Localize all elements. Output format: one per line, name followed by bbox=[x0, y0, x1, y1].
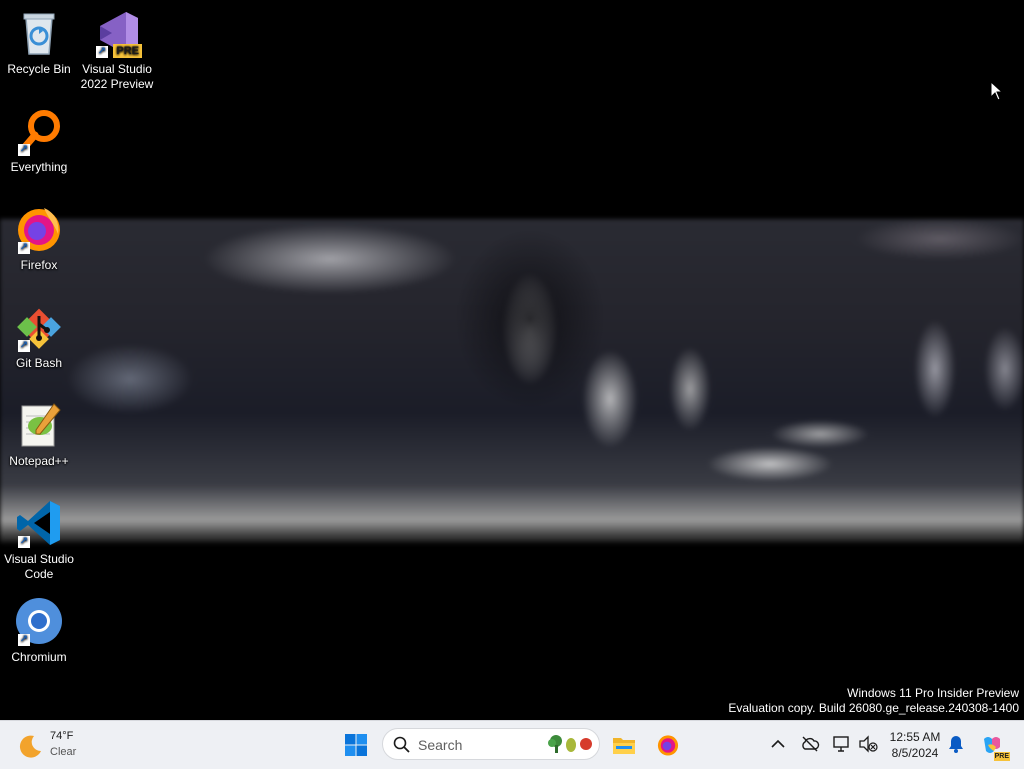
desktop-icon-label: Visual Studio 2022 Preview bbox=[80, 62, 154, 91]
mouse-cursor-icon bbox=[990, 80, 1004, 106]
taskbar: 74°F Clear Search 12:55 AM 8/5/2024 PRE bbox=[0, 720, 1024, 769]
onedrive-offline-icon bbox=[802, 736, 820, 752]
desktop-icon-visual-studio-preview[interactable]: PRE ↗ Visual Studio 2022 Preview bbox=[78, 8, 156, 92]
search-icon bbox=[393, 736, 410, 753]
wallpaper-shadow bbox=[430, 219, 630, 469]
search-highlight-veggies-icon bbox=[548, 735, 592, 753]
desktop-icon-recycle-bin[interactable]: Recycle Bin bbox=[0, 8, 78, 77]
weather-condition: Clear bbox=[50, 746, 77, 758]
desktop-icon-label: Everything bbox=[10, 160, 68, 174]
copilot-button[interactable]: PRE bbox=[974, 727, 1010, 763]
firefox-icon: ↗ bbox=[14, 204, 64, 254]
onedrive-status[interactable] bbox=[800, 734, 820, 754]
file-explorer-button[interactable] bbox=[606, 727, 642, 763]
clock-time: 12:55 AM bbox=[889, 730, 941, 744]
desktop-icon-label: Firefox bbox=[20, 258, 58, 272]
desktop-icon-git-bash[interactable]: ↗ Git Bash bbox=[0, 302, 78, 371]
desktop-icon-firefox[interactable]: ↗ Firefox bbox=[0, 204, 78, 273]
shortcut-arrow-icon: ↗ bbox=[18, 536, 30, 548]
everything-search-icon: ↗ bbox=[14, 106, 64, 156]
git-bash-icon: ↗ bbox=[14, 302, 64, 352]
desktop-icon-label: Notepad++ bbox=[9, 454, 69, 468]
show-hidden-icons-button[interactable] bbox=[768, 734, 788, 754]
desktop-icon-chromium[interactable]: ↗ Chromium bbox=[0, 596, 78, 665]
desktop-icon-label: Visual Studio Code bbox=[4, 552, 74, 581]
shortcut-arrow-icon: ↗ bbox=[18, 634, 30, 646]
recycle-bin-icon bbox=[14, 8, 64, 58]
firefox-taskbar-button[interactable] bbox=[650, 727, 686, 763]
vscode-icon: ↗ bbox=[14, 498, 64, 548]
taskbar-clock[interactable]: 12:55 AM 8/5/2024 bbox=[880, 729, 950, 761]
network-status[interactable] bbox=[832, 734, 852, 754]
shortcut-arrow-icon: ↗ bbox=[18, 340, 30, 352]
firefox-icon bbox=[657, 735, 679, 756]
notepad-plus-plus-icon bbox=[14, 400, 64, 450]
clock-date: 8/5/2024 bbox=[891, 746, 939, 760]
shortcut-arrow-icon: ↗ bbox=[18, 242, 30, 254]
volume-muted-icon bbox=[859, 735, 878, 753]
desktop-icon-notepad-plus-plus[interactable]: Notepad++ bbox=[0, 400, 78, 469]
desktop-icon-label: Git Bash bbox=[15, 356, 63, 370]
volume-status[interactable] bbox=[858, 734, 878, 754]
copilot-pre-badge: PRE bbox=[993, 752, 1010, 761]
search-placeholder: Search bbox=[418, 737, 463, 753]
windows-watermark: Windows 11 Pro Insider Preview Evaluatio… bbox=[728, 686, 1019, 716]
watermark-edition: Windows 11 Pro Insider Preview bbox=[847, 686, 1019, 700]
chevron-up-icon bbox=[771, 739, 785, 748]
visual-studio-preview-icon: PRE ↗ bbox=[92, 8, 142, 58]
shortcut-arrow-icon: ↗ bbox=[18, 144, 30, 156]
bell-icon bbox=[949, 736, 963, 753]
shortcut-arrow-icon: ↗ bbox=[96, 46, 108, 58]
desktop-icon-vscode[interactable]: ↗ Visual Studio Code bbox=[0, 498, 78, 582]
start-icon bbox=[345, 734, 367, 756]
file-explorer-icon bbox=[613, 738, 635, 754]
desktop-icon-everything[interactable]: ↗ Everything bbox=[0, 106, 78, 175]
weather-widget[interactable]: 74°F Clear bbox=[16, 727, 96, 763]
watermark-build: Evaluation copy. Build 26080.ge_release.… bbox=[728, 701, 1019, 715]
taskbar-search-box[interactable]: Search bbox=[382, 728, 600, 760]
notifications-button[interactable] bbox=[946, 734, 966, 754]
chromium-icon: ↗ bbox=[14, 596, 64, 646]
network-icon bbox=[833, 736, 849, 752]
start-button[interactable] bbox=[338, 727, 374, 763]
moon-icon bbox=[19, 735, 41, 758]
pre-badge: PRE bbox=[113, 44, 142, 58]
weather-temperature: 74°F bbox=[50, 730, 74, 742]
desktop-icon-label: Chromium bbox=[11, 650, 67, 664]
desktop-icon-label: Recycle Bin bbox=[7, 62, 71, 76]
